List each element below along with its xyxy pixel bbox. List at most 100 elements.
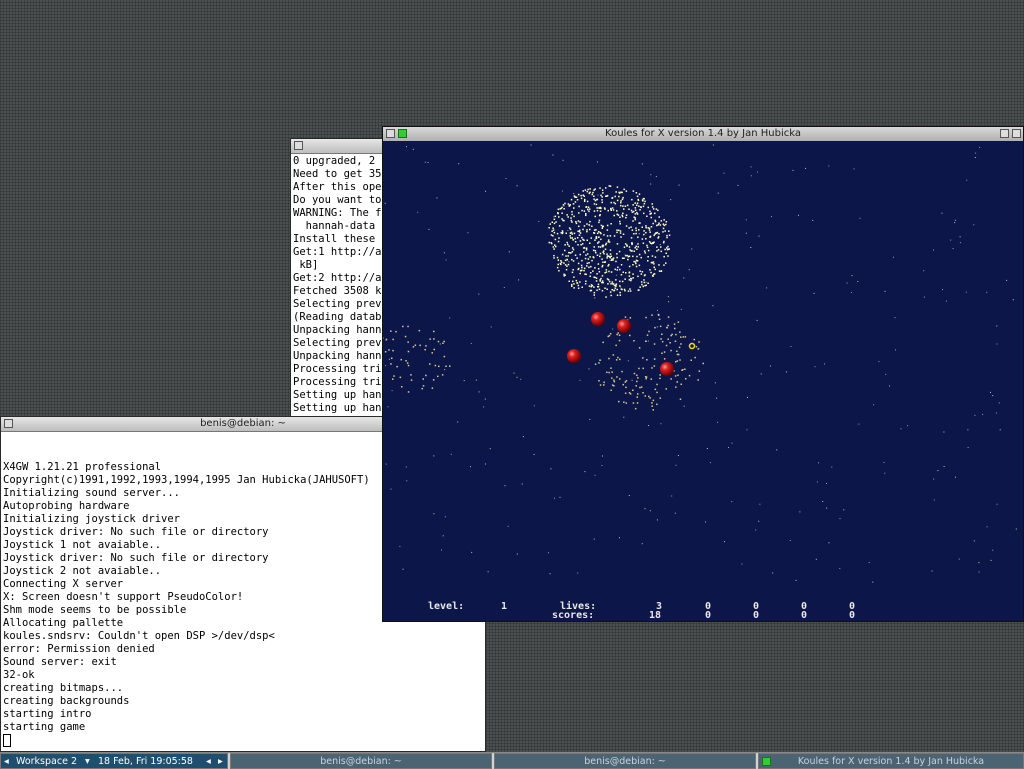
- explosion-particle: [616, 283, 618, 285]
- explosion-particle: [595, 250, 597, 252]
- explosion-particle: [578, 288, 580, 290]
- explosion-particle: [576, 223, 578, 225]
- explosion-particle: [561, 232, 563, 234]
- explosion-particle: [590, 266, 592, 268]
- star-particle: [506, 178, 507, 179]
- next-icon[interactable]: ▸: [218, 754, 223, 769]
- game-titlebar[interactable]: Koules for X version 1.4 by Jan Hubicka: [383, 127, 1023, 142]
- explosion-particle: [596, 280, 598, 282]
- workspace-switcher[interactable]: ◂ Workspace 2 ▾ 18 Feb, Fri 19:05:58 ◂ ▸: [0, 753, 228, 769]
- star-particle: [968, 447, 969, 448]
- explosion-particle: [583, 247, 585, 249]
- explosion-particle: [648, 331, 650, 333]
- explosion-particle: [656, 246, 658, 248]
- window-menu-icon[interactable]: [294, 141, 303, 150]
- window-menu-icon[interactable]: [4, 419, 13, 428]
- explosion-particle: [573, 276, 575, 278]
- explosion-particle: [630, 393, 632, 395]
- explosion-particle: [608, 336, 610, 338]
- explosion-particle: [660, 224, 662, 226]
- star-particle: [389, 359, 390, 360]
- explosion-particle: [614, 381, 616, 383]
- star-particle: [428, 162, 429, 163]
- explosion-particle: [642, 357, 644, 359]
- back-terminal-line: WARNING: The fo: [293, 207, 387, 220]
- star-particle: [999, 402, 1000, 403]
- explosion-particle: [590, 290, 592, 292]
- explosion-particle: [622, 281, 624, 283]
- explosion-particle: [636, 249, 638, 251]
- explosion-particle: [645, 232, 647, 234]
- explosion-particle: [678, 321, 680, 323]
- star-particle: [517, 377, 518, 378]
- minimize-icon[interactable]: [1000, 129, 1009, 138]
- background-terminal-output: 0 upgraded, 2 nNeed to get 350After this…: [291, 155, 389, 417]
- explosion-particle: [602, 202, 604, 204]
- explosion-particle: [593, 250, 595, 252]
- prev-icon[interactable]: ◂: [206, 754, 211, 769]
- explosion-particle: [395, 331, 397, 333]
- explosion-particle: [638, 199, 640, 201]
- explosion-particle: [610, 367, 612, 369]
- explosion-particle: [632, 277, 634, 279]
- explosion-particle: [602, 265, 604, 267]
- explosion-particle: [419, 345, 421, 347]
- explosion-particle: [573, 216, 575, 218]
- background-terminal-titlebar[interactable]: [291, 139, 389, 154]
- explosion-particle: [413, 346, 415, 348]
- explosion-particle: [698, 341, 700, 343]
- star-particle: [464, 380, 465, 381]
- explosion-particle: [598, 380, 600, 382]
- explosion-particle: [635, 227, 637, 229]
- explosion-particle: [617, 267, 619, 269]
- explosion-particle: [645, 341, 647, 343]
- explosion-particle: [605, 249, 607, 251]
- taskbar-item-terminal-1[interactable]: benis@debian: ~: [230, 753, 492, 769]
- prev-workspace-icon[interactable]: ◂: [4, 754, 9, 769]
- explosion-particle: [386, 339, 388, 341]
- explosion-particle: [620, 232, 622, 234]
- explosion-particle: [585, 215, 587, 217]
- workspace-menu-icon[interactable]: ▾: [85, 754, 90, 769]
- explosion-particle: [696, 346, 698, 348]
- explosion-particle: [392, 350, 394, 352]
- explosion-particle: [600, 278, 602, 280]
- star-particle: [884, 462, 885, 463]
- star-particle: [639, 233, 640, 234]
- taskbar-item-terminal-2[interactable]: benis@debian: ~: [494, 753, 756, 769]
- explosion-particle: [601, 196, 603, 198]
- explosion-particle: [553, 255, 555, 257]
- score-value: 0: [705, 610, 711, 621]
- explosion-particle: [637, 396, 639, 398]
- explosion-particle: [622, 213, 624, 215]
- explosion-particle: [613, 202, 615, 204]
- window-menu-icon[interactable]: [386, 129, 395, 138]
- explosion-particle: [432, 387, 434, 389]
- star-particle: [584, 471, 585, 472]
- explosion-particle: [633, 261, 635, 263]
- star-particle: [997, 504, 998, 505]
- explosion-particle: [562, 220, 564, 222]
- explosion-particle: [676, 351, 678, 353]
- star-particle: [517, 554, 518, 555]
- explosion-particle: [654, 267, 656, 269]
- explosion-particle: [680, 336, 682, 338]
- taskbar-item-koules[interactable]: Koules for X version 1.4 by Jan Hubicka: [758, 753, 1024, 769]
- explosion-particle: [611, 210, 613, 212]
- explosion-particle: [661, 220, 663, 222]
- explosion-particle: [656, 232, 658, 234]
- explosion-particle: [585, 213, 587, 215]
- explosion-particle: [660, 397, 662, 399]
- explosion-particle: [611, 202, 613, 204]
- explosion-particle: [642, 199, 644, 201]
- close-icon[interactable]: [1012, 129, 1021, 138]
- koules-game-window[interactable]: Koules for X version 1.4 by Jan Hubicka …: [382, 126, 1024, 622]
- explosion-particle: [639, 209, 641, 211]
- explosion-particle: [408, 365, 410, 367]
- explosion-particle: [603, 382, 605, 384]
- game-playfield[interactable]: level: 1 lives: scores: 3 0 0 0 0 18 0 0…: [383, 141, 1023, 621]
- background-terminal-window[interactable]: 0 upgraded, 2 nNeed to get 350After this…: [290, 138, 390, 418]
- explosion-particle: [600, 384, 602, 386]
- explosion-particle: [560, 208, 562, 210]
- explosion-particle: [638, 206, 640, 208]
